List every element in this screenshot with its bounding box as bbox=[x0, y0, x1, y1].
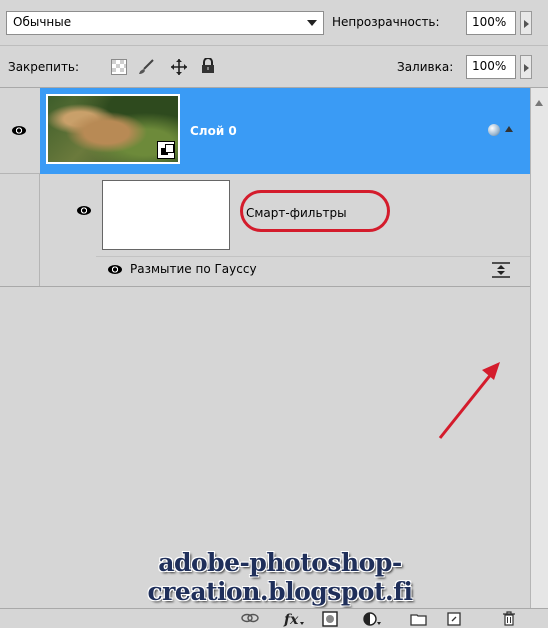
checkerboard-icon[interactable] bbox=[111, 59, 127, 75]
layer-thumbnail[interactable] bbox=[46, 94, 180, 164]
brush-icon[interactable] bbox=[137, 58, 155, 76]
filter-blending-options-icon[interactable] bbox=[490, 262, 512, 278]
fill-label: Заливка: bbox=[397, 60, 454, 74]
eye-icon[interactable] bbox=[108, 265, 122, 274]
opacity-input[interactable]: 100% bbox=[466, 11, 516, 35]
scrollbar[interactable] bbox=[530, 88, 548, 608]
blend-mode-value: Обычные bbox=[13, 15, 72, 29]
chevron-up-icon[interactable] bbox=[505, 126, 513, 132]
padlock-icon[interactable] bbox=[201, 58, 215, 74]
annotation-circle bbox=[240, 190, 390, 232]
annotation-arrow-icon bbox=[438, 362, 500, 439]
scroll-up-arrow-icon[interactable] bbox=[535, 100, 543, 106]
divider bbox=[0, 286, 530, 287]
layer-visibility-toggle[interactable] bbox=[0, 88, 40, 174]
watermark-text: adobe-photoshop-creation.blogspot.fi bbox=[147, 548, 413, 606]
new-layer-icon[interactable] bbox=[446, 611, 462, 627]
opacity-label: Непрозрачность: bbox=[332, 15, 440, 29]
blend-mode-select[interactable]: Обычные bbox=[6, 11, 324, 35]
fx-icon[interactable]: fx bbox=[283, 611, 305, 627]
eye-icon[interactable] bbox=[77, 206, 91, 215]
smart-object-icon bbox=[157, 141, 175, 159]
fill-input[interactable]: 100% bbox=[466, 55, 516, 79]
move-icon[interactable] bbox=[170, 58, 188, 76]
filter-effect-name[interactable]: Размытие по Гауссу bbox=[130, 262, 257, 276]
folder-icon[interactable] bbox=[410, 611, 428, 627]
svg-text:fx: fx bbox=[283, 612, 299, 627]
filter-mask-thumbnail[interactable] bbox=[102, 180, 230, 250]
fill-slider-toggle[interactable] bbox=[520, 55, 532, 79]
mask-icon[interactable] bbox=[322, 611, 338, 627]
smart-filter-indicator-icon[interactable] bbox=[488, 124, 500, 136]
blend-opacity-bar: Обычные Непрозрачность: 100% bbox=[0, 0, 548, 46]
layer-name[interactable]: Слой 0 bbox=[190, 124, 237, 138]
eye-icon bbox=[12, 126, 26, 135]
adjustment-icon[interactable] bbox=[362, 611, 382, 627]
layers-footer-toolbar bbox=[0, 608, 548, 628]
lock-label: Закрепить: bbox=[8, 60, 80, 74]
lock-fill-bar: Закрепить: Заливка: 100% bbox=[0, 46, 548, 88]
layers-list: Слой 0 Смарт-фильтры Размытие по Гауссу bbox=[0, 88, 548, 608]
chevron-down-icon bbox=[307, 20, 317, 26]
opacity-slider-toggle[interactable] bbox=[520, 11, 532, 35]
link-icon[interactable] bbox=[240, 611, 260, 627]
trash-icon[interactable] bbox=[502, 611, 516, 627]
